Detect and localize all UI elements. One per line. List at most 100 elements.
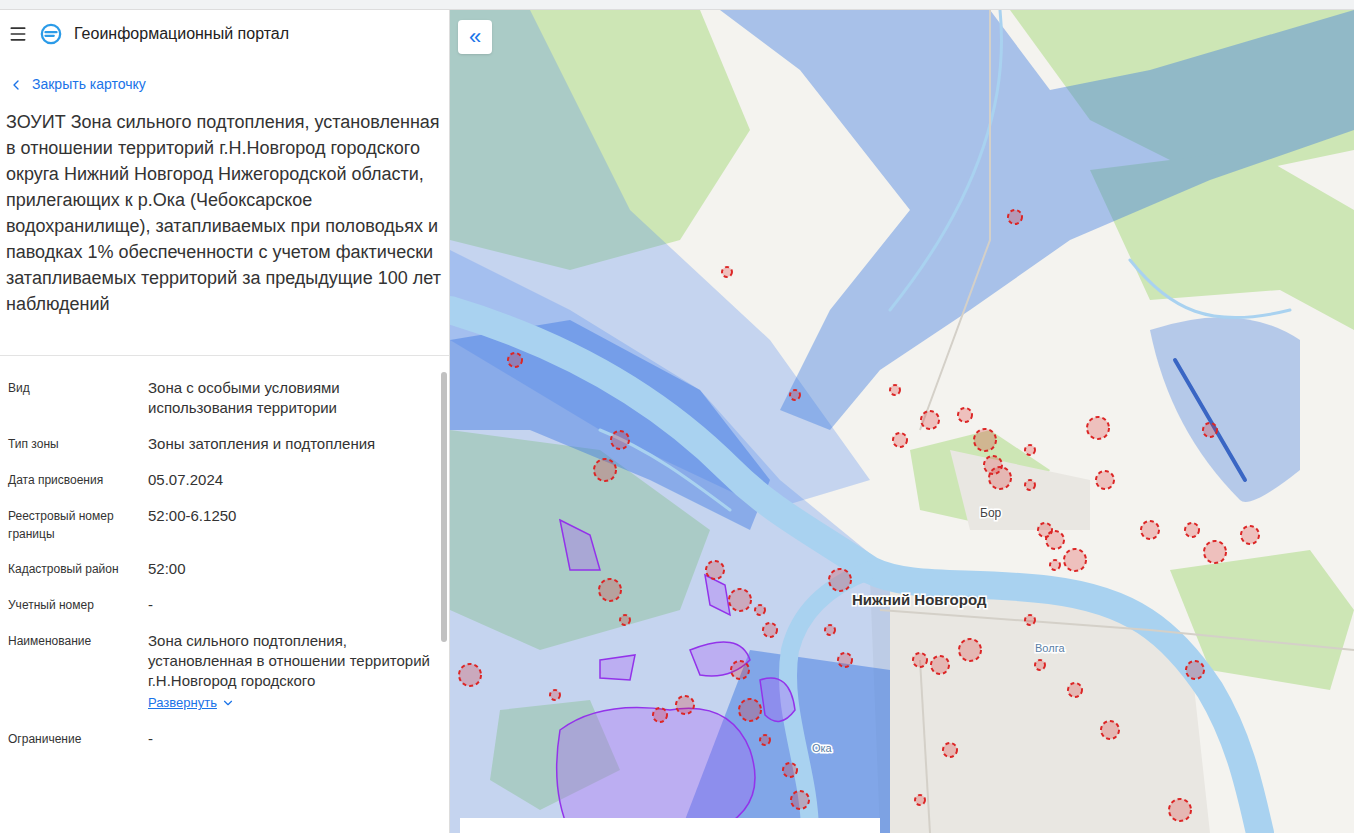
marker[interactable] [760,735,770,745]
marker[interactable] [1025,615,1035,625]
marker[interactable] [722,267,732,277]
attribute-label: Реестровый номер границы [8,506,148,543]
main: Геоинформационный портал Закрыть карточку… [0,10,1354,833]
marker[interactable] [1064,549,1086,571]
collapse-button[interactable]: « [458,20,492,54]
attribute-row: Учетный номер- [8,587,431,623]
marker[interactable] [1046,531,1064,549]
scrollbar[interactable] [439,356,449,833]
marker[interactable] [829,569,851,591]
attribute-value: - [148,729,431,749]
attribute-value: Зоны затопления и подтопления [148,434,431,454]
marker[interactable] [550,690,560,700]
attributes-list: ВидЗона с особыми условиями использовани… [0,356,439,833]
marker[interactable] [620,615,630,625]
marker[interactable] [913,653,927,667]
chevron-down-icon [221,696,235,710]
attribute-row: НаименованиеЗона сильного подтопления, у… [8,623,431,721]
marker[interactable] [755,605,765,615]
marker[interactable] [1241,526,1259,544]
marker[interactable] [1025,445,1035,455]
marker[interactable] [791,791,809,809]
marker[interactable] [959,639,981,661]
card-title: ЗОУИТ Зона сильного подтопления, установ… [0,95,449,356]
map-canvas[interactable]: БорНижний НовгородВолгаОка [450,10,1354,833]
marker[interactable] [1141,521,1159,539]
marker[interactable] [1050,560,1060,570]
marker[interactable] [931,656,949,674]
attribute-value: 05.07.2024 [148,470,431,490]
marker[interactable] [825,625,835,635]
marker[interactable] [783,763,797,777]
marker[interactable] [1186,661,1204,679]
browser-bookmarks-bar [0,0,1354,10]
scrollbar-thumb[interactable] [441,372,447,642]
attribute-row: Реестровый номер границы52:00-6.1250 [8,498,431,551]
marker[interactable] [1025,480,1035,490]
rivers [450,10,1290,833]
marker[interactable] [989,467,1011,489]
marker[interactable] [706,561,724,579]
marker[interactable] [1204,541,1226,563]
marker[interactable] [1096,471,1114,489]
close-card-link[interactable]: Закрыть карточку [0,58,154,95]
map-label: Ока [812,742,833,754]
portal-title: Геоинформационный портал [74,22,289,46]
marker[interactable] [739,699,761,721]
marker[interactable] [731,661,749,679]
marker[interactable] [653,708,667,722]
menu-icon[interactable] [8,24,28,44]
attribute-label: Вид [8,378,148,418]
marker[interactable] [958,408,972,422]
marker[interactable] [611,431,629,449]
map-label: Волга [1035,642,1065,654]
map-label: Нижний Новгород [852,591,987,608]
attribute-row: Ограничение- [8,721,431,757]
marker[interactable] [943,743,957,757]
marker[interactable] [1035,660,1045,670]
marker[interactable] [790,390,800,400]
map[interactable]: БорНижний НовгородВолгаОка« [450,10,1354,833]
marker[interactable] [729,589,751,611]
marker[interactable] [974,429,996,451]
attribute-value: Зона сильного подтопления, установленная… [148,631,431,713]
app: Геоинформационный портал Закрыть карточку… [0,0,1354,833]
attribute-label: Дата присвоения [8,470,148,490]
marker[interactable] [508,353,522,367]
expand-link[interactable]: Развернуть [148,693,235,713]
attribute-label: Кадастровый район [8,559,148,579]
attributes-area: ВидЗона с особыми условиями использовани… [0,356,449,833]
marker[interactable] [915,795,925,805]
attribute-row: Кадастровый район52:00 [8,551,431,587]
flood-zones [450,10,1354,833]
marker[interactable] [676,696,694,714]
attribute-label: Учетный номер [8,595,148,615]
attribution-bar [460,818,880,833]
marker[interactable] [594,459,616,481]
side-panel: Геоинформационный портал Закрыть карточку… [0,10,450,833]
marker[interactable] [599,579,621,601]
marker[interactable] [1068,683,1082,697]
attribute-row: Дата присвоения05.07.2024 [8,462,431,498]
marker[interactable] [1008,210,1022,224]
red-markers [459,210,1259,821]
marker[interactable] [921,411,939,429]
attribute-value: 52:00 [148,559,431,579]
marker[interactable] [1203,423,1217,437]
attribute-label: Тип зоны [8,434,148,454]
marker[interactable] [763,623,777,637]
attribute-label: Ограничение [8,729,148,749]
marker[interactable] [1101,721,1119,739]
marker[interactable] [1185,523,1199,537]
marker[interactable] [1169,799,1191,821]
marker[interactable] [1087,417,1109,439]
purple-zones [557,520,795,833]
marker[interactable] [838,653,852,667]
header: Геоинформационный портал [0,10,449,58]
attribute-row: ВидЗона с особыми условиями использовани… [8,370,431,426]
marker[interactable] [459,664,481,686]
attribute-row: Тип зоныЗоны затопления и подтопления [8,426,431,462]
attribute-value: - [148,595,431,615]
marker[interactable] [890,385,900,395]
marker[interactable] [893,433,907,447]
